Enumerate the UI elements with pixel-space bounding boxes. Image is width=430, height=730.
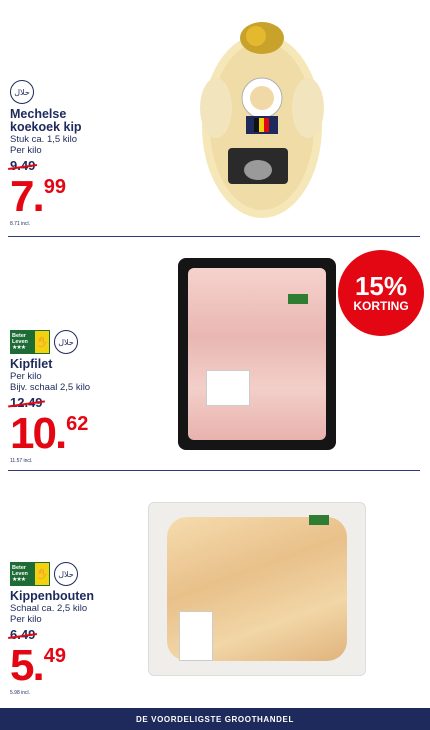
halal-text: حلال	[58, 569, 74, 579]
product-detail: Schaal ca. 2,5 kilo	[10, 603, 88, 614]
price-decimal: 49	[43, 645, 66, 667]
sale-price: 5. 49	[10, 644, 94, 688]
product-detail: Per kilo	[10, 614, 42, 625]
product-detail: Per kilo	[10, 371, 42, 382]
price-incl-vat: 11.57 incl.	[10, 458, 33, 464]
old-price: 9.49	[10, 158, 36, 173]
product-image-mechelse-koekoek-kip	[196, 8, 328, 224]
price-decimal: 62	[66, 413, 89, 435]
product-detail: Bijv. schaal 2,5 kilo	[10, 382, 91, 393]
beter-leven-stars: ★★★	[12, 577, 26, 583]
beter-leven-text: Beter Leven	[12, 333, 28, 345]
sale-price: 7. 99	[10, 175, 82, 219]
price-integer: 10.	[10, 409, 67, 458]
price-integer: 5.	[10, 641, 45, 690]
discount-badge: 15% KORTING	[338, 250, 424, 336]
product-info-3: Beter Leven ★★★ ✋ حلال Kippenbouten Scha…	[10, 562, 94, 696]
old-price: 12.49	[10, 395, 43, 410]
product-title-line: koekoek kip	[10, 120, 82, 134]
sale-price: 10. 62	[10, 412, 90, 456]
footer-text: DE VOORDELIGSTE GROOTHANDEL	[136, 714, 294, 724]
package-label	[179, 611, 213, 661]
beter-leven-text: Beter Leven	[12, 565, 28, 577]
product-image-kipfilet	[178, 258, 336, 450]
price-integer: 7.	[10, 172, 45, 221]
product-title: Kippenbouten	[10, 589, 95, 603]
footer-banner: DE VOORDELIGSTE GROOTHANDEL	[0, 708, 430, 730]
price-decimal: 99	[43, 176, 66, 198]
discount-percent: 15%	[354, 271, 408, 301]
product-info-2: Beter Leven ★★★ ✋ حلال Kipfilet Per kilo…	[10, 330, 90, 464]
product-title: Mechelse koekoek kip	[10, 108, 82, 134]
package-label	[206, 370, 250, 406]
halal-icon: حلال	[54, 330, 78, 354]
section-divider	[8, 470, 420, 471]
product-detail: Stuk ca. 1,5 kilo	[10, 134, 78, 145]
discount-label: KORTING	[353, 299, 409, 313]
price-incl-vat: 8.71 incl.	[10, 221, 31, 227]
halal-text: حلال	[14, 87, 30, 97]
product-detail: Per kilo	[10, 145, 42, 156]
beter-leven-stars: ★★★	[12, 345, 26, 351]
halal-icon: حلال	[10, 80, 34, 104]
old-price: 6.49	[10, 627, 36, 642]
product-title: Kipfilet	[10, 357, 53, 371]
beter-leven-icon: Beter Leven ★★★ ✋	[10, 562, 50, 586]
package-sticker	[288, 294, 308, 304]
beter-leven-icon: Beter Leven ★★★ ✋	[10, 330, 50, 354]
price-incl-vat: 5.98 incl.	[10, 690, 31, 696]
halal-text: حلال	[58, 337, 74, 347]
section-divider	[8, 236, 420, 237]
package-sticker	[309, 515, 329, 525]
halal-icon: حلال	[54, 562, 78, 586]
product-image-kippenbouten	[148, 502, 366, 676]
product-info-1: حلال Mechelse koekoek kip Stuk ca. 1,5 k…	[10, 80, 82, 227]
